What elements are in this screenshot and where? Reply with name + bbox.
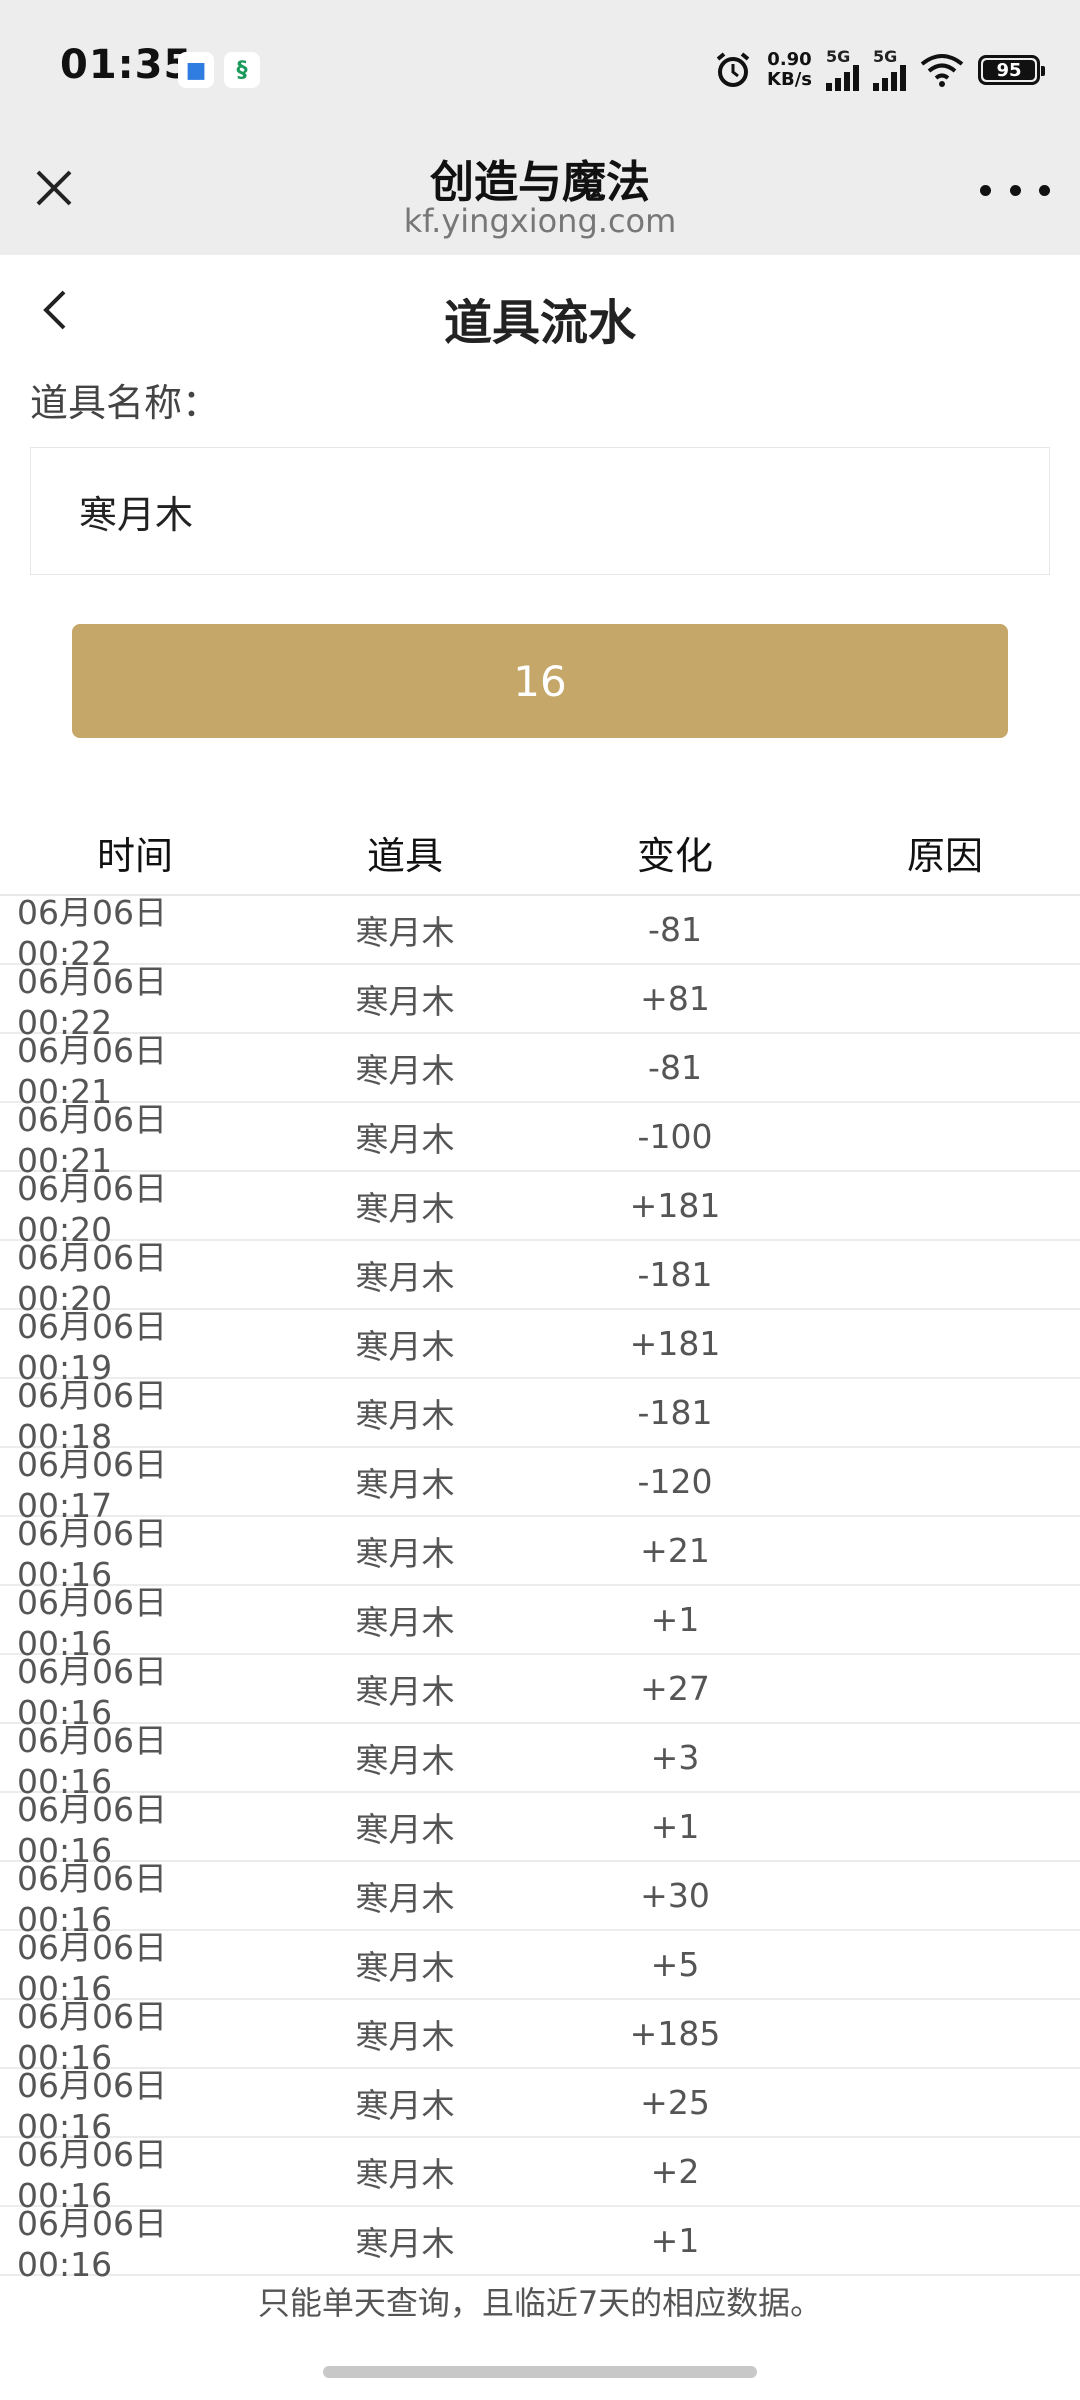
status-bar: 01:35 ■ § 0.90 KB/s 5G 5G 95 [0, 0, 1080, 140]
browser-topbar: 创造与魔法 kf.yingxiong.com [0, 140, 1080, 255]
net-speed: 0.90 KB/s [767, 50, 812, 90]
cell-change: -181 [637, 1255, 713, 1294]
cell-change: +1 [650, 1600, 700, 1639]
cell-item: 寒月木 [355, 1188, 455, 1228]
cell-change: +185 [629, 2014, 721, 2053]
app-notification-icon-2: § [224, 52, 260, 88]
table-row: 06月06日 00:16 寒月木 +1 [0, 2204, 1080, 2284]
app-notification-icon: ■ [178, 52, 214, 88]
net-speed-unit: KB/s [767, 69, 812, 90]
home-indicator[interactable] [323, 2366, 757, 2378]
cell-time: 06月06日 00:16 [17, 2204, 167, 2284]
signal-bars-icon-2 [873, 65, 906, 91]
status-indicators: 0.90 KB/s 5G 5G 95 [713, 46, 1045, 94]
cell-change: +30 [640, 1876, 710, 1915]
cell-change: +181 [629, 1324, 721, 1363]
alarm-icon [716, 52, 750, 87]
signal-sim2: 5G [873, 49, 906, 91]
cell-change: -81 [648, 1048, 702, 1087]
cell-item: 寒月木 [355, 1257, 455, 1297]
cell-change: +1 [650, 2221, 700, 2260]
more-options-button[interactable] [980, 170, 1050, 210]
cell-item: 寒月木 [355, 1533, 455, 1573]
cell-item: 寒月木 [355, 2223, 455, 2263]
cell-change: +21 [640, 1531, 710, 1570]
more-dot-icon [980, 184, 991, 196]
cell-change: -81 [648, 910, 702, 949]
cell-change: +1 [650, 1807, 700, 1846]
battery-level: 95 [996, 59, 1022, 81]
browser-title: 创造与魔法 [430, 157, 650, 208]
table-body: 06月06日 00:22 寒月木 -81 06月06日 00:22 寒月木 +81 06月0… [0, 893, 1080, 2284]
browser-url: kf.yingxiong.com [403, 202, 677, 240]
cell-item: 寒月木 [355, 2154, 455, 2194]
cell-change: -181 [637, 1393, 713, 1432]
cell-item: 寒月木 [355, 1602, 455, 1642]
cell-change: +3 [650, 1738, 700, 1777]
cell-change: +81 [640, 979, 710, 1018]
sim1-label: 5G [826, 47, 851, 66]
cell-item: 寒月木 [355, 2016, 455, 2056]
status-time: 01:35 [60, 42, 193, 88]
cell-item: 寒月木 [355, 1326, 455, 1366]
wifi-icon [920, 54, 964, 87]
query-button[interactable]: 16 [72, 624, 1008, 738]
cell-item: 寒月木 [355, 1050, 455, 1090]
cell-item: 寒月木 [355, 1395, 455, 1435]
cell-item: 寒月木 [355, 1119, 455, 1159]
item-name-input[interactable] [30, 447, 1050, 575]
cell-item: 寒月木 [355, 981, 455, 1021]
cell-change: -120 [637, 1462, 713, 1501]
cell-item: 寒月木 [355, 912, 455, 952]
cell-item: 寒月木 [355, 1878, 455, 1918]
header-item: 道具 [366, 833, 443, 878]
cell-item: 寒月木 [355, 1809, 455, 1849]
more-dot-icon [1009, 184, 1021, 196]
cell-change: +181 [629, 1186, 721, 1225]
signal-bars-icon [826, 65, 859, 91]
cell-change: +2 [650, 2152, 700, 2191]
header-time: 时间 [96, 833, 173, 878]
cell-item: 寒月木 [355, 1740, 455, 1780]
page-title: 道具流水 [443, 295, 636, 351]
cell-change: +25 [640, 2083, 710, 2122]
header-reason: 原因 [906, 833, 983, 878]
more-dot-icon [1039, 184, 1050, 196]
net-speed-value: 0.90 [767, 49, 812, 70]
cell-item: 寒月木 [355, 1464, 455, 1504]
cell-change: +27 [640, 1669, 710, 1708]
header-change: 变化 [636, 833, 713, 878]
page-header: 道具流水 [0, 255, 1080, 370]
signal-sim1: 5G [826, 49, 859, 91]
cell-item: 寒月木 [355, 1947, 455, 1987]
cell-item: 寒月木 [355, 2085, 455, 2125]
cell-change: -100 [637, 1117, 713, 1156]
footer-note: 只能单天查询，且临近7天的相应数据。 [257, 2284, 823, 2322]
cell-item: 寒月木 [355, 1671, 455, 1711]
table-header: 时间 道具 变化 原因 [0, 810, 1080, 896]
sim2-label: 5G [873, 47, 898, 66]
battery-icon: 95 [978, 55, 1045, 85]
cell-change: +5 [650, 1945, 700, 1984]
item-name-label: 道具名称： [30, 381, 221, 425]
item-log-table: 时间 道具 变化 原因 06月06日 00:22 寒月木 -81 06月06日 00:… [0, 810, 1080, 2284]
